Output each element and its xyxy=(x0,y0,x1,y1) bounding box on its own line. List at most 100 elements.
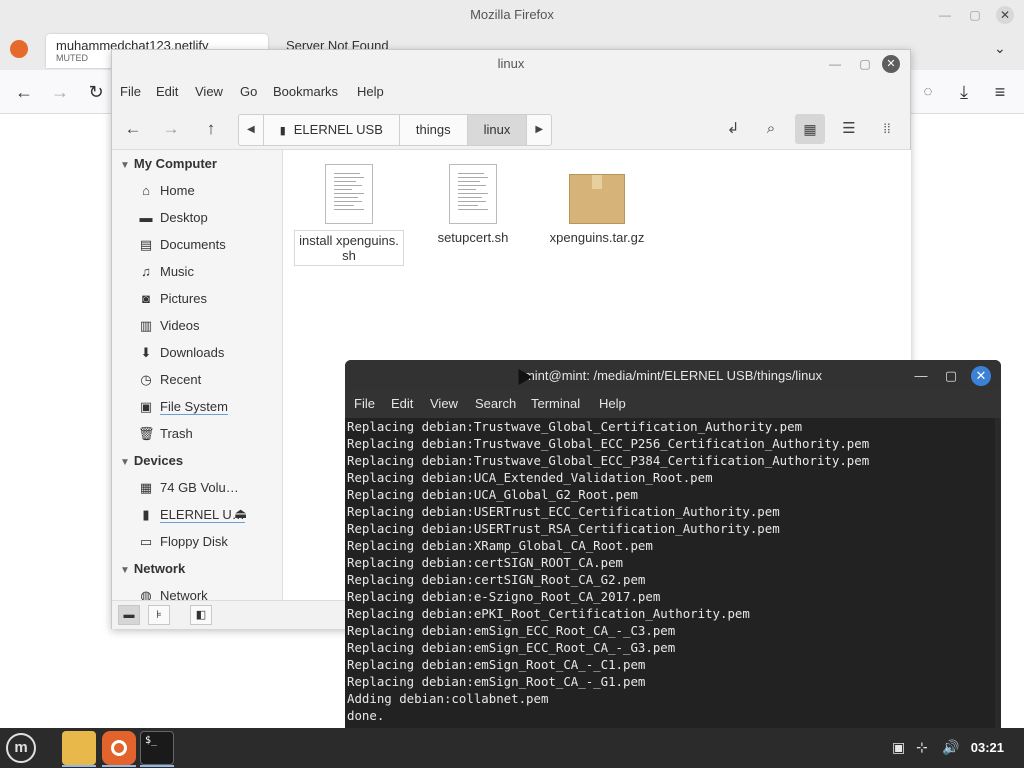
back-icon[interactable]: ← xyxy=(118,114,148,144)
compact-view-icon[interactable]: ⁞⁞ xyxy=(872,114,902,144)
files-app-icon[interactable] xyxy=(62,731,96,765)
sidebar-item-documents[interactable]: ▤ Documents xyxy=(138,237,278,253)
sidebar-item-label: Network xyxy=(160,588,208,600)
menu-icon[interactable]: ≡ xyxy=(988,80,1012,104)
show-places-icon[interactable]: ▬ xyxy=(118,605,140,625)
sidebar-item-label: Floppy Disk xyxy=(160,534,228,549)
firefox-minimize-button[interactable]: — xyxy=(936,6,954,24)
terminal-line: Replacing debian:Trustwave_Global_Certif… xyxy=(347,419,803,434)
sidebar-item-pictures[interactable]: ◙ Pictures xyxy=(138,291,278,306)
breadcrumb-things[interactable]: things xyxy=(400,115,468,145)
file-manager-close-button[interactable]: ✕ xyxy=(882,55,900,73)
collapse-triangle-icon: ▼ xyxy=(120,160,130,171)
menu-help[interactable]: Help xyxy=(357,84,384,99)
terminal-menu-edit[interactable]: Edit xyxy=(391,396,413,411)
menu-bookmarks[interactable]: Bookmarks xyxy=(273,84,338,99)
file-manager-title: linux xyxy=(497,56,525,71)
breadcrumb-linux[interactable]: linux xyxy=(467,115,528,145)
running-indicator xyxy=(140,765,174,767)
eject-icon[interactable]: ⏏ xyxy=(234,505,247,522)
file-manager-minimize-button[interactable]: — xyxy=(826,55,844,73)
forward-icon[interactable]: → xyxy=(48,80,72,104)
breadcrumb-right-arrow-icon[interactable]: ▶ xyxy=(527,115,551,145)
toggle-location-icon[interactable]: ↲ xyxy=(718,114,748,144)
collapse-triangle-icon: ▼ xyxy=(120,565,130,576)
sidebar-item-label: Music xyxy=(160,264,194,279)
clock[interactable]: 03:21 xyxy=(971,740,1004,755)
file-install-xpenguins[interactable]: install xpenguins. sh xyxy=(294,164,404,266)
package-icon xyxy=(569,174,625,224)
sidebar-item-desktop[interactable]: ▬ Desktop xyxy=(138,210,278,225)
sidebar-section-network[interactable]: ▼ Network xyxy=(120,561,185,576)
mint-menu-icon[interactable]: m xyxy=(6,733,36,763)
breadcrumb-left-arrow-icon[interactable]: ◀ xyxy=(239,115,264,145)
sidebar-section-my-computer[interactable]: ▼ My Computer xyxy=(120,156,217,171)
hide-sidebar-icon[interactable]: ◧ xyxy=(190,605,212,625)
show-treeview-icon[interactable]: ⊧ xyxy=(148,605,170,625)
list-view-icon[interactable]: ☰ xyxy=(834,114,864,144)
terminal-menu-terminal[interactable]: Terminal xyxy=(531,396,580,411)
menu-file[interactable]: File xyxy=(120,84,141,99)
list-all-tabs-icon[interactable]: ⌄ xyxy=(994,40,1006,57)
sidebar-item-videos[interactable]: ▥ Videos xyxy=(138,318,278,334)
volume-icon[interactable]: 🔊 xyxy=(942,739,959,756)
up-icon[interactable]: ↑ xyxy=(196,114,226,144)
terminal-scrollbar[interactable] xyxy=(995,418,1001,728)
sidebar-item-home[interactable]: ⌂ Home xyxy=(138,183,278,198)
terminal-maximize-button[interactable]: ▢ xyxy=(941,366,961,386)
breadcrumb-label: ELERNEL USB xyxy=(293,122,383,137)
notes-icon[interactable]: ▣ xyxy=(892,739,905,756)
menu-go[interactable]: Go xyxy=(240,84,257,99)
terminal-menu-file[interactable]: File xyxy=(354,396,375,411)
terminal-line: Adding debian:collabnet.pem xyxy=(347,691,549,706)
terminal-line: Replacing debian:UCA_Extended_Validation… xyxy=(347,470,713,485)
sidebar-item-label: File System xyxy=(160,399,228,415)
reload-icon[interactable]: ↻ xyxy=(84,80,108,104)
trash-icon: 🗑 xyxy=(138,426,155,441)
breadcrumb-elernel-usb[interactable]: ▮ ELERNEL USB xyxy=(264,115,400,145)
back-icon[interactable]: ← xyxy=(12,80,36,104)
firefox-app-icon[interactable] xyxy=(102,731,136,765)
menu-view[interactable]: View xyxy=(195,84,223,99)
menu-edit[interactable]: Edit xyxy=(156,84,178,99)
file-setupcert[interactable]: setupcert.sh xyxy=(418,164,528,245)
terminal-close-button[interactable]: ✕ xyxy=(971,366,991,386)
terminal-menu-search[interactable]: Search xyxy=(475,396,516,411)
icon-view-icon[interactable]: ▦ xyxy=(795,114,825,144)
sidebar-item-trash[interactable]: 🗑 Trash xyxy=(138,426,278,442)
firefox-maximize-button[interactable]: ▢ xyxy=(966,6,984,24)
download-icon: ⬇ xyxy=(140,345,152,360)
pocket-icon[interactable]: ◌ xyxy=(916,80,940,104)
terminal-minimize-button[interactable]: — xyxy=(911,366,931,386)
sidebar-item-file-system[interactable]: ▣ File System xyxy=(138,399,278,415)
firefox-view-icon[interactable] xyxy=(10,40,28,58)
sidebar-item-floppy-disk[interactable]: ▭ Floppy Disk xyxy=(138,534,278,550)
sidebar-item-label: ELERNEL U… xyxy=(160,507,245,523)
file-manager-maximize-button[interactable]: ▢ xyxy=(856,55,874,73)
sidebar-section-devices[interactable]: ▼ Devices xyxy=(120,453,183,468)
terminal-menu-view[interactable]: View xyxy=(430,396,458,411)
sidebar-item-downloads[interactable]: ⬇ Downloads xyxy=(138,345,278,361)
sidebar-item-recent[interactable]: ◷ Recent xyxy=(138,372,278,388)
downloads-icon[interactable]: ⤓ xyxy=(952,80,976,104)
firefox-close-button[interactable]: ✕ xyxy=(996,6,1014,24)
terminal-menu-help[interactable]: Help xyxy=(599,396,626,411)
sidebar-item-network[interactable]: ◍ Network xyxy=(138,588,278,600)
sidebar-item-elernel-usb[interactable]: ▮ ELERNEL U… ⏏ xyxy=(138,505,278,523)
network-icon[interactable]: ⊹ xyxy=(916,739,928,756)
forward-icon[interactable]: → xyxy=(156,114,186,144)
home-icon: ⌂ xyxy=(142,183,150,198)
harddisk-icon: ▦ xyxy=(139,480,153,495)
sidebar-item-74gb-volume[interactable]: ▦ 74 GB Volu… xyxy=(138,480,278,496)
file-xpenguins-tar-gz[interactable]: xpenguins.tar.gz xyxy=(542,164,652,245)
sidebar-item-music[interactable]: ♫ Music xyxy=(138,264,278,279)
sidebar-section-label: Devices xyxy=(133,453,184,468)
search-icon[interactable]: ⌕ xyxy=(756,114,786,144)
music-icon: ♫ xyxy=(141,264,151,279)
sidebar-item-label: Trash xyxy=(160,426,193,441)
taskbar: m $_ ▣ ⊹ 🔊 03:21 xyxy=(0,728,1024,768)
terminal-line: Replacing debian:USERTrust_ECC_Certifica… xyxy=(347,504,780,519)
camera-icon: ◙ xyxy=(142,291,150,306)
terminal-app-icon[interactable]: $_ xyxy=(140,731,174,765)
terminal-output[interactable]: Replacing debian:Trustwave_Global_Certif… xyxy=(345,418,1001,728)
